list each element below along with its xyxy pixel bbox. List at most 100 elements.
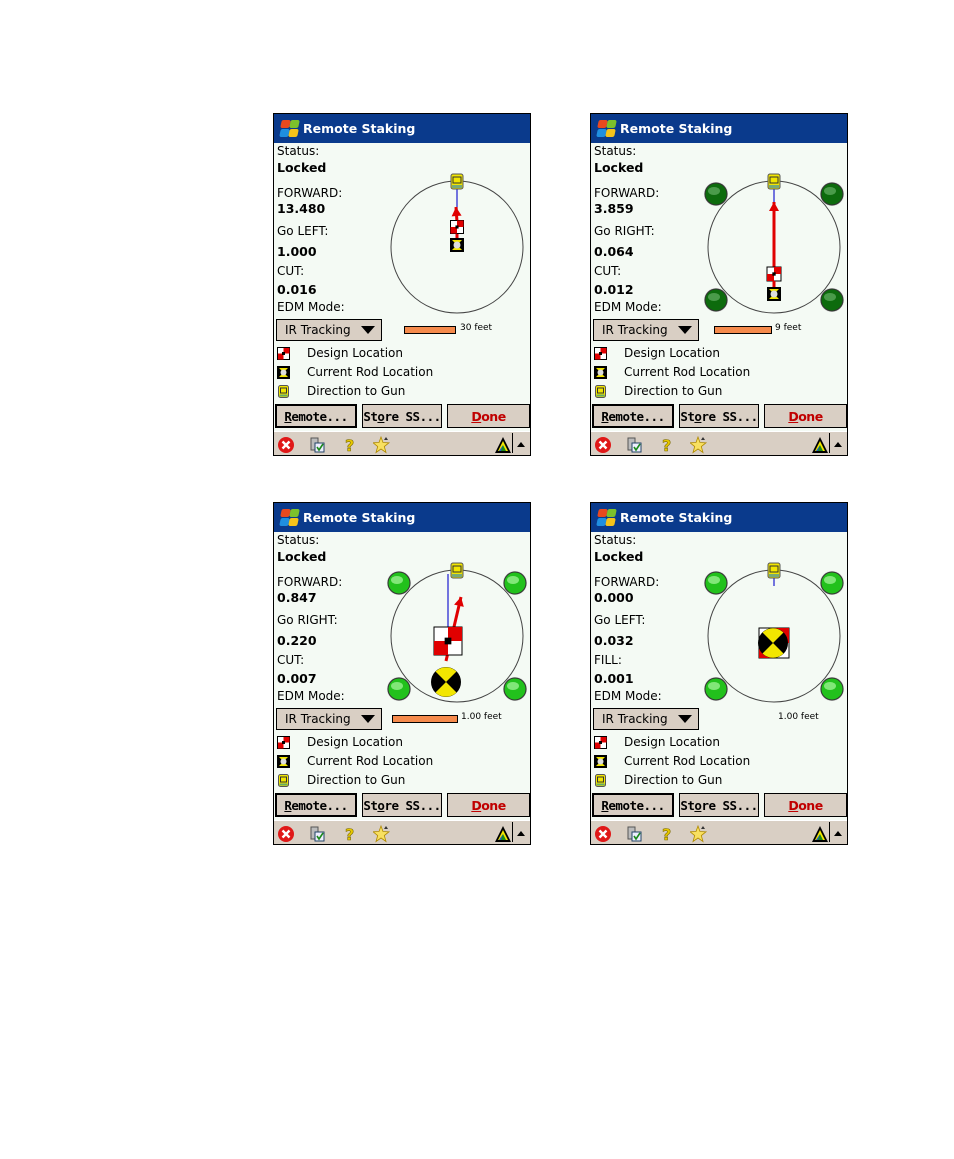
lateral-label: Go RIGHT: — [277, 613, 338, 627]
legend-direction-to-gun: Direction to Gun — [594, 773, 722, 787]
close-icon[interactable] — [594, 436, 612, 454]
direction-to-gun-marker — [450, 562, 464, 579]
menu-up-arrow-icon[interactable] — [831, 825, 845, 843]
current-rod-location-icon — [594, 754, 607, 768]
lateral-label: Go LEFT: — [277, 224, 329, 238]
close-icon[interactable] — [277, 436, 295, 454]
legend-current-rod-location: Current Rod Location — [277, 754, 433, 768]
close-icon[interactable] — [277, 825, 295, 843]
done-button[interactable]: Done — [447, 793, 530, 817]
status-label: Status: — [277, 533, 320, 547]
edm-mode-dropdown[interactable]: IR Tracking — [276, 708, 382, 730]
staking-radar — [390, 173, 524, 314]
legend-design-location: Design Location — [594, 735, 720, 749]
menu-up-arrow-icon[interactable] — [514, 436, 528, 454]
task-list-icon[interactable] — [626, 825, 644, 843]
taskbar: ? — [274, 431, 530, 455]
edm-mode-value: IR Tracking — [602, 712, 668, 726]
legend-label: Design Location — [624, 735, 720, 749]
staking-radar — [704, 562, 844, 703]
favorites-star-icon[interactable] — [690, 435, 708, 454]
edm-mode-dropdown[interactable]: IR Tracking — [593, 319, 699, 341]
done-button[interactable]: Done — [764, 793, 847, 817]
task-list-icon[interactable] — [309, 436, 327, 454]
favorites-star-icon[interactable] — [373, 824, 391, 843]
remote-button[interactable]: Remote... — [592, 404, 674, 428]
remote-button[interactable]: Remote... — [275, 404, 357, 428]
legend-label: Direction to Gun — [624, 773, 723, 787]
close-icon[interactable] — [594, 825, 612, 843]
title-bar: Remote Staking — [591, 503, 847, 532]
legend-direction-to-gun: Direction to Gun — [277, 773, 405, 787]
design-location-marker — [433, 626, 463, 656]
help-icon[interactable]: ? — [341, 825, 359, 843]
edm-mode-value: IR Tracking — [602, 323, 668, 337]
title-bar: Remote Staking — [591, 114, 847, 143]
store-ss-button[interactable]: St o re SS... — [362, 793, 442, 817]
taskbar: ? — [274, 820, 530, 844]
design-location-icon — [277, 346, 290, 360]
favorites-star-icon[interactable] — [690, 824, 708, 843]
windows-start-icon[interactable] — [278, 508, 300, 528]
direction-to-gun-marker — [767, 562, 781, 579]
prism-indicator — [820, 182, 844, 206]
legend-direction-to-gun: Direction to Gun — [277, 384, 405, 398]
taskbar-divider — [512, 433, 513, 453]
windows-start-icon[interactable] — [595, 508, 617, 528]
cut-fill-value: 0.001 — [594, 671, 634, 686]
survey-app-icon[interactable] — [811, 825, 829, 843]
cut-fill-label: CUT: — [277, 653, 305, 667]
survey-app-icon[interactable] — [494, 436, 512, 454]
favorites-star-icon[interactable] — [373, 435, 391, 454]
forward-value: 0.000 — [594, 590, 634, 605]
taskbar: ? — [591, 431, 847, 455]
help-icon[interactable]: ? — [658, 825, 676, 843]
staking-radar — [387, 562, 527, 703]
windows-start-icon[interactable] — [595, 119, 617, 139]
status-value: Locked — [594, 160, 644, 175]
prism-indicator — [704, 571, 728, 595]
direction-to-gun-icon — [595, 773, 606, 787]
remote-button[interactable]: Remote... — [592, 793, 674, 817]
direction-arrow-head — [769, 202, 779, 211]
cut-fill-value: 0.016 — [277, 282, 317, 297]
edm-mode-dropdown[interactable]: IR Tracking — [276, 319, 382, 341]
help-icon[interactable]: ? — [341, 436, 359, 454]
remote-button[interactable]: Remote... — [275, 793, 357, 817]
store-ss-button[interactable]: St o re SS... — [679, 404, 759, 428]
done-button[interactable]: Done — [764, 404, 847, 428]
remote-staking-screen-3: Remote Staking Status: Locked FORWARD: 0… — [273, 502, 531, 845]
store-ss-button[interactable]: St o re SS... — [679, 793, 759, 817]
lateral-value: 0.032 — [594, 633, 634, 648]
current-rod-location-icon — [277, 365, 290, 379]
task-list-icon[interactable] — [626, 436, 644, 454]
lateral-label: Go RIGHT: — [594, 224, 655, 238]
cut-fill-value: 0.007 — [277, 671, 317, 686]
current-rod-marker — [450, 238, 464, 252]
taskbar: ? — [591, 820, 847, 844]
chevron-down-icon — [677, 326, 692, 334]
legend-label: Current Rod Location — [307, 365, 434, 379]
direction-to-gun-icon — [595, 384, 606, 398]
menu-up-arrow-icon[interactable] — [831, 436, 845, 454]
edm-mode-dropdown[interactable]: IR Tracking — [593, 708, 699, 730]
direction-to-gun-marker — [767, 173, 781, 190]
scale-bar — [392, 715, 458, 723]
legend-label: Direction to Gun — [307, 384, 406, 398]
help-icon[interactable]: ? — [658, 436, 676, 454]
task-list-icon[interactable] — [309, 825, 327, 843]
lateral-value: 1.000 — [277, 244, 317, 259]
scale-label: 9 feet — [775, 323, 802, 333]
windows-start-icon[interactable] — [278, 119, 300, 139]
scale-bar — [714, 326, 772, 334]
survey-app-icon[interactable] — [494, 825, 512, 843]
done-button[interactable]: Done — [447, 404, 530, 428]
chevron-down-icon — [360, 715, 375, 723]
remote-staking-screen-1: Remote Staking Status: Locked FORWARD: 1… — [273, 113, 531, 456]
survey-app-icon[interactable] — [811, 436, 829, 454]
prism-indicator — [820, 288, 844, 312]
menu-up-arrow-icon[interactable] — [514, 825, 528, 843]
store-ss-button[interactable]: St o re SS... — [362, 404, 442, 428]
lateral-label: Go LEFT: — [594, 613, 646, 627]
prism-indicator — [387, 571, 411, 595]
